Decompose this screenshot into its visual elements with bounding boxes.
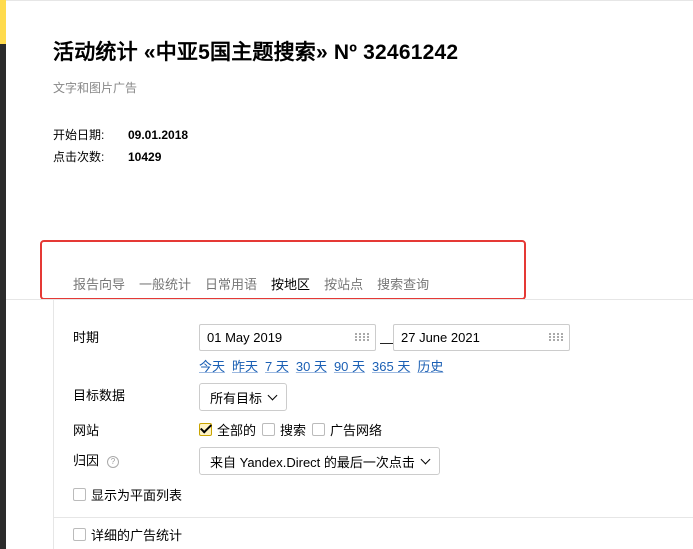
period-link-90-days[interactable]: 90 天 [334,356,365,375]
goals-select[interactable]: 所有目标 [199,383,288,411]
goals-label: 目标数据 [73,388,126,403]
checkbox[interactable] [73,528,86,541]
page-title: 活动统计 «中亚5国主题搜索» Nº 32461242 [53,41,459,64]
checkbox-checked[interactable] [199,423,212,436]
tab-daily[interactable]: 日常用语 [205,274,257,293]
start-date-label: 开始日期: [53,128,105,142]
left-sidebar-strip [0,0,6,549]
period-label: 时期 [73,330,100,345]
period-link-7-days[interactable]: 7 天 [265,356,289,375]
attribution-label: 归因 [73,453,100,468]
chevron-down-icon [420,454,431,464]
site-option-search[interactable]: 搜索 [262,420,306,439]
period-quick-links: 今天 昨天 7 天 30 天 90 天 365 天 历史 [199,356,450,375]
period-link-history[interactable]: 历史 [417,356,443,375]
tab-by-region[interactable]: 按地区 [271,274,310,293]
period-link-30-days[interactable]: 30 天 [296,356,327,375]
calendar-icon[interactable] [549,333,563,342]
tab-search-queries[interactable]: 搜索查询 [377,274,429,293]
tab-by-site[interactable]: 按站点 [324,274,363,293]
flat-list-label: 显示为平面列表 [91,488,183,503]
checkbox[interactable] [73,488,86,501]
start-date-value: 09.01.2018 [128,128,189,142]
goals-selected: 所有目标 [210,390,263,406]
start-date-row: 开始日期: 09.01.2018 [53,126,188,143]
date-to-input[interactable]: 27 June 2021 [393,324,570,351]
chevron-down-icon [267,390,278,400]
attribution-label-row: 归因? [73,450,120,469]
panel-divider [53,517,693,518]
calendar-icon[interactable] [355,333,369,342]
period-link-365-days[interactable]: 365 天 [372,356,410,375]
date-from-input[interactable]: 01 May 2019 [199,324,376,351]
top-divider [6,0,693,1]
campaign-type: 文字和图片广告 [53,81,138,95]
period-link-today[interactable]: 今天 [199,356,225,375]
date-from-value: 01 May 2019 [207,330,283,345]
checkbox[interactable] [312,423,326,436]
site-option-all[interactable]: 全部的 [199,420,256,439]
attribution-selected: 来自 Yandex.Direct 的最后一次点击 [210,454,415,470]
site-options: 全部的 搜索 广告网络 [199,420,388,439]
detailed-stats-option[interactable]: 详细的广告统计 [73,525,182,544]
date-to-value: 27 June 2021 [401,330,480,345]
site-option-search-label: 搜索 [280,423,307,438]
clicks-label: 点击次数: [53,150,105,164]
flat-list-option[interactable]: 显示为平面列表 [73,485,182,504]
site-label: 网站 [73,423,100,438]
period-link-yesterday[interactable]: 昨天 [232,356,258,375]
detailed-stats-label: 详细的广告统计 [91,528,183,543]
sidebar-accent [0,0,6,44]
site-option-all-label: 全部的 [217,423,257,438]
tab-general-stats[interactable]: 一般统计 [139,274,191,293]
tabs-divider [6,299,693,300]
clicks-value: 10429 [128,150,162,164]
clicks-row: 点击次数: 10429 [53,148,161,165]
report-tabs: 报告向导 一般统计 日常用语 按地区 按站点 搜索查询 [73,274,443,293]
help-icon[interactable]: ? [107,455,120,468]
tab-report-wizard[interactable]: 报告向导 [73,274,125,293]
checkbox[interactable] [262,423,276,436]
attribution-select[interactable]: 来自 Yandex.Direct 的最后一次点击 [199,447,440,475]
settings-panel-border [53,299,54,549]
site-option-ad-network[interactable]: 广告网络 [312,420,382,439]
site-option-ad-network-label: 广告网络 [330,423,383,438]
date-range-separator: — [380,335,393,350]
